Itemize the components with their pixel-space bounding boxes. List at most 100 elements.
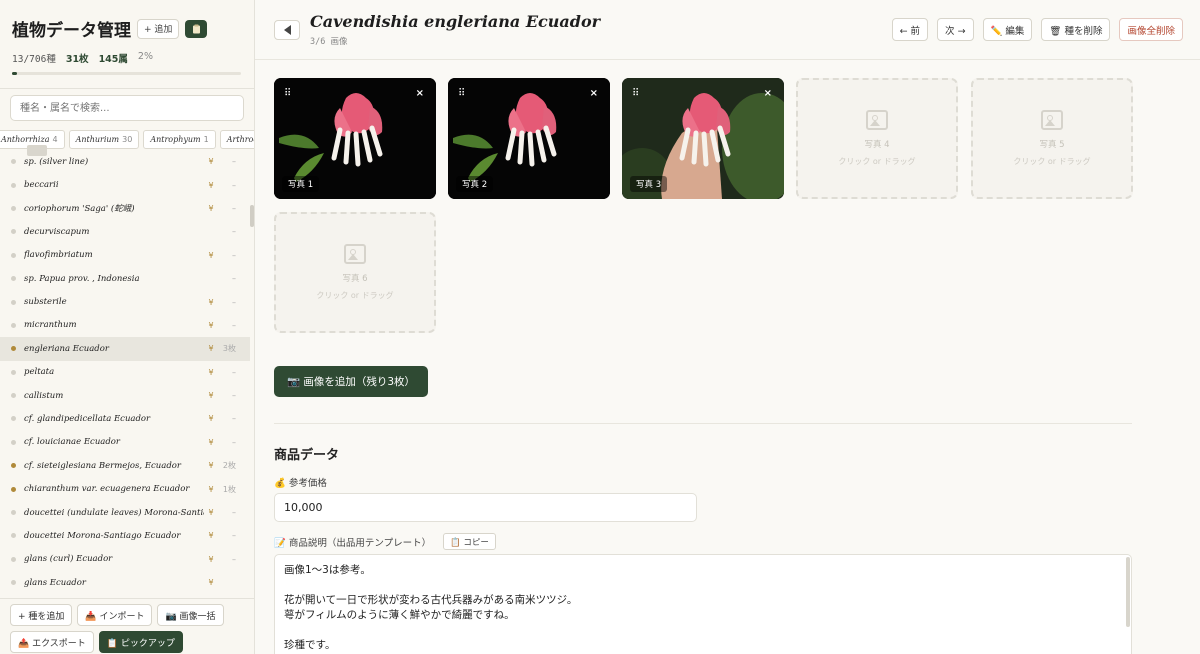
species-progress: 13/706種 [12, 54, 56, 65]
description-scrollbar[interactable] [1126, 557, 1130, 627]
species-image-count: – [232, 554, 236, 564]
search-wrap [0, 89, 254, 121]
status-dot [11, 463, 16, 469]
upload-hint: クリック or ドラッグ [316, 291, 394, 300]
species-list-item[interactable]: cf. glandipedicellata Ecuador ¥ – [0, 407, 250, 430]
drag-handle-icon[interactable]: ⠿ [458, 88, 465, 99]
image-count-subtitle: 3/6 画像 [310, 37, 348, 47]
status-dot [11, 229, 16, 235]
species-list-item[interactable]: substerile ¥ – [0, 290, 250, 313]
description-textarea[interactable]: 画像1〜3は参考。 花が開いて一日で形状が変わる古代兵器みがある南米ツツジ。 萼がフ… [274, 554, 1132, 654]
status-dot [11, 369, 16, 375]
prev-button[interactable]: ← 前 [891, 18, 929, 41]
sidebar-footer-row-1: + 種を追加 📥 インポート 📷 画像一括 [10, 604, 244, 626]
status-dot [11, 580, 16, 586]
species-list-item[interactable]: coriophorum 'Saga' (蛇峨) ¥ – [0, 197, 250, 220]
species-image-count: – [232, 508, 236, 518]
species-list-item[interactable]: sp. (silver line) ¥ – [0, 150, 250, 173]
photo-slot[interactable]: ⠿ × 写真 1 [274, 78, 436, 199]
species-list-item[interactable]: decurviscapum – [0, 220, 250, 243]
status-dot [11, 533, 16, 539]
app-title: 植物データ管理 [12, 21, 131, 41]
price-set-icon: ¥ [208, 508, 214, 518]
species-list-item[interactable]: cf. louicianae Ecuador ¥ – [0, 431, 250, 454]
photo-slot[interactable]: ⠿ × 写真 3 [622, 78, 784, 199]
edit-button[interactable]: ✏️ 編集 [982, 18, 1033, 41]
empty-photo-slot[interactable]: 写真 6 クリック or ドラッグ [274, 212, 436, 333]
search-input[interactable] [10, 95, 244, 121]
add-images-button[interactable]: 📷 画像を追加（残り3枚） [274, 366, 428, 397]
photo-slot[interactable]: ⠿ × 写真 2 [448, 78, 610, 199]
species-list-item[interactable]: beccarii ¥ – [0, 173, 250, 196]
price-set-icon: ¥ [208, 391, 214, 401]
species-list-item[interactable]: doucettei (undulate leaves) Morona-Santi… [0, 501, 250, 524]
species-name: cf. glandipedicellata Ecuador [24, 413, 151, 424]
topbar: Cavendishia engleriana Ecuador 3/6 画像 ← … [255, 0, 1200, 60]
species-list-item[interactable]: sp. Papua prov. , Indonesia – [0, 267, 250, 290]
empty-photo-slot[interactable]: 写真 5 クリック or ドラッグ [971, 78, 1133, 199]
add-button[interactable]: + 追加 [137, 18, 180, 39]
species-list-item[interactable]: cf. sieteiglesiana Bermejos, Ecuador ¥2枚 [0, 454, 250, 477]
price-set-icon: ¥ [208, 180, 214, 190]
remove-photo-icon[interactable]: × [416, 88, 424, 99]
species-list-item[interactable]: peltata ¥ – [0, 361, 250, 384]
drag-handle-icon[interactable]: ⠿ [632, 88, 639, 99]
image-count: 31枚 [65, 54, 89, 65]
species-name: peltata [24, 367, 55, 378]
product-section-title: 商品データ [274, 448, 340, 463]
pickup-button[interactable]: 📋 ピックアップ [98, 631, 183, 653]
price-set-icon: ¥ [208, 367, 214, 377]
export-button[interactable]: 📤 エクスポート [10, 631, 94, 653]
add-species-button[interactable]: + 種を追加 [10, 604, 73, 626]
species-name: beccarii [24, 180, 59, 191]
genus-chip-count: 30 [122, 135, 133, 144]
genus-chip[interactable]: Antrophyum 1 [143, 130, 216, 149]
species-list-item[interactable]: callistum ¥ – [0, 384, 250, 407]
species-list-item[interactable]: glans Ecuador ¥ [0, 571, 250, 594]
species-name: sp. (silver line) [24, 156, 89, 167]
next-button[interactable]: 次 → [937, 18, 974, 41]
sidebar-footer: + 種を追加 📥 インポート 📷 画像一括 📤 エクスポート 📋 ピックアップ [0, 598, 254, 654]
genus-chip-name: Anthorrhiza [1, 135, 50, 144]
species-list-item[interactable]: chiaranthum var. ecuagenera Ecuador ¥1枚 [0, 477, 250, 500]
delete-species-button[interactable]: 🗑 種を削除 [1041, 18, 1111, 41]
price-set-icon: ¥ [208, 203, 214, 213]
description-line: 珍種です。 [284, 639, 336, 651]
species-name: micranthum [24, 320, 77, 331]
genus-chip[interactable]: Arthrocereus [219, 130, 254, 149]
price-label: 💰 参考価格 [274, 475, 327, 489]
clipboard-button[interactable] [185, 19, 208, 38]
species-image-count: – [232, 274, 236, 284]
remove-photo-icon[interactable]: × [764, 88, 772, 99]
status-dot [11, 439, 16, 445]
species-image-count: – [232, 180, 236, 190]
bulk-images-button[interactable]: 📷 画像一括 [157, 604, 224, 626]
species-image-count: – [232, 203, 236, 213]
sidebar-scrollbar[interactable] [250, 205, 254, 227]
price-set-icon: ¥ [208, 157, 214, 167]
description-text: 画像1〜3は参考。 花が開いて一日で形状が変わる古代兵器みがある南米ツツジ。 萼がフ… [284, 563, 1122, 653]
species-list-item[interactable]: engleriana Ecuador ¥3枚 [0, 337, 250, 361]
main-panel: Cavendishia engleriana Ecuador 3/6 画像 ← … [255, 0, 1200, 654]
remove-photo-icon[interactable]: × [590, 88, 598, 99]
genus-chip[interactable]: Anthurium 30 [68, 130, 140, 149]
import-button[interactable]: 📥 インポート [77, 604, 153, 626]
genus-chip-name: Antrophyum [150, 135, 201, 144]
species-name: decurviscapum [24, 226, 90, 237]
progress-bar [12, 72, 241, 75]
species-list-item[interactable]: micranthum ¥ – [0, 314, 250, 337]
back-button[interactable] [274, 19, 300, 40]
species-list-item[interactable]: doucettei Morona-Santiago Ecuador ¥ – [0, 524, 250, 547]
top-actions: ← 前 次 → ✏️ 編集 🗑 種を削除 画像全削除 [891, 18, 1183, 41]
delete-all-images-button[interactable]: 画像全削除 [1119, 18, 1183, 41]
drag-handle-icon[interactable]: ⠿ [284, 88, 291, 99]
description-line: 萼がフィルムのように薄く鮮やかで綺麗ですね。 [284, 609, 515, 621]
description-line: 花が開いて一日で形状が変わる古代兵器みがある南米ツツジ。 [284, 594, 578, 606]
genus-chip-count: 1 [203, 135, 209, 144]
price-input[interactable]: 10,000 [274, 493, 697, 522]
empty-photo-slot[interactable]: 写真 4 クリック or ドラッグ [796, 78, 958, 199]
copy-button[interactable]: 📋 コピー [443, 533, 496, 550]
species-list-item[interactable]: flavofimbriatum ¥ – [0, 244, 250, 267]
species-list-item[interactable]: glans (curl) Ecuador ¥ – [0, 548, 250, 571]
status-dot [11, 205, 16, 211]
